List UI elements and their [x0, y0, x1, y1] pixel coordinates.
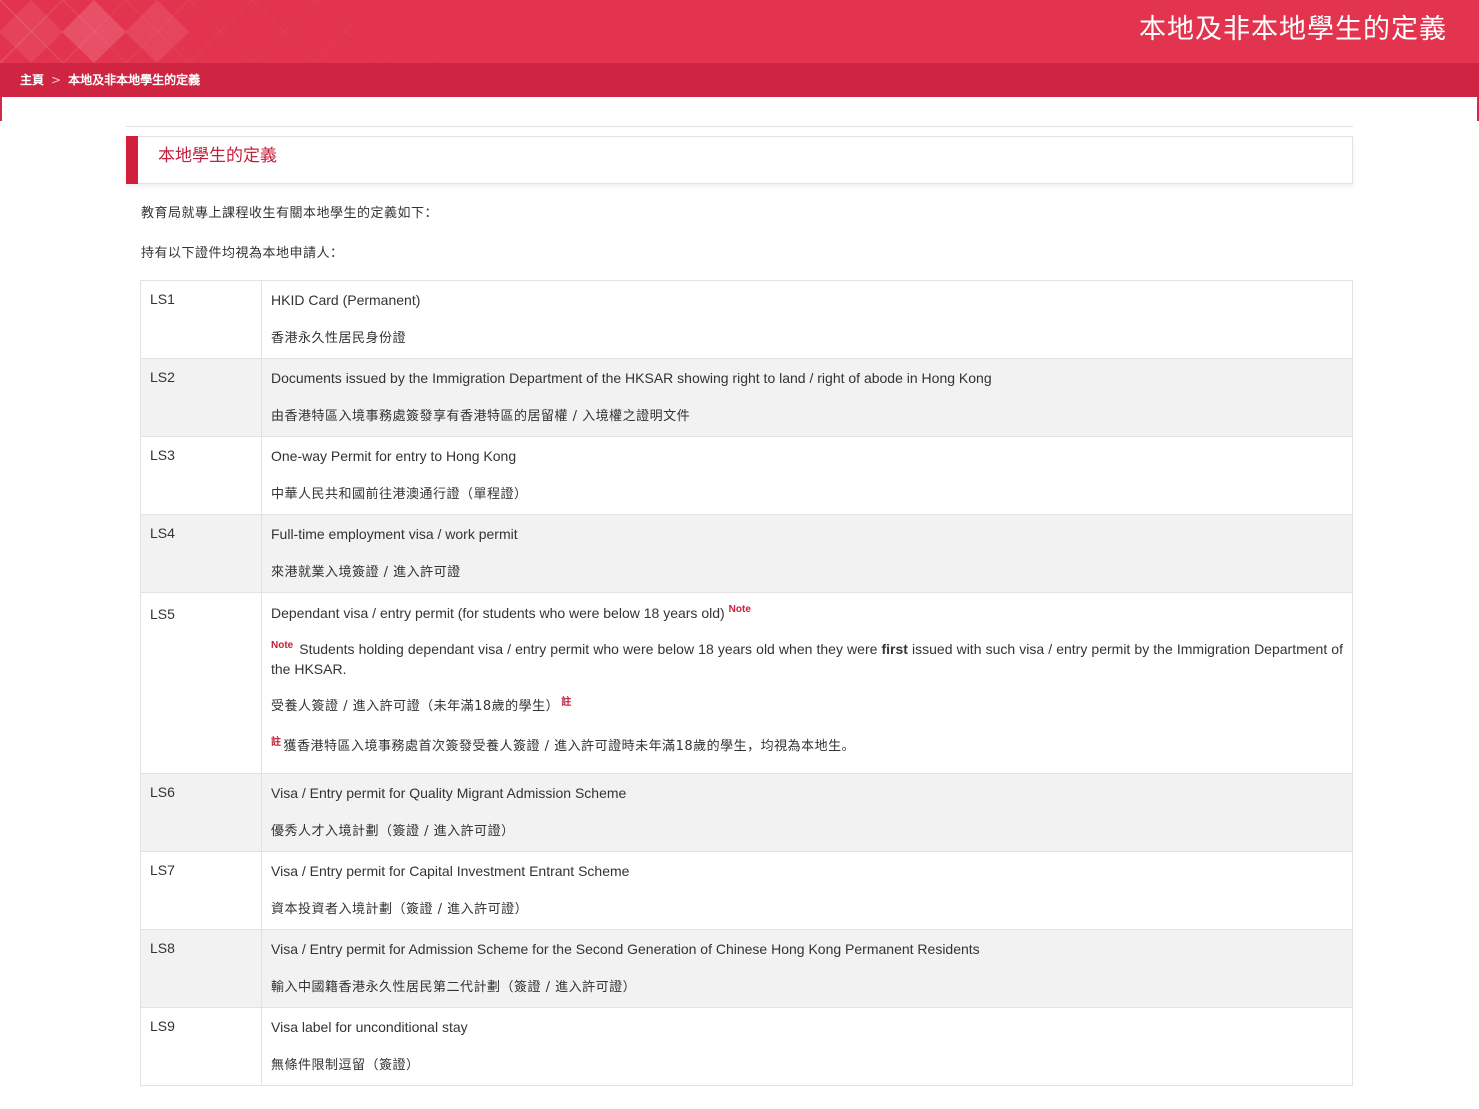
doc-en: Visa / Entry permit for Admission Scheme… [271, 941, 980, 957]
section-heading: 本地學生的定義 [126, 136, 1353, 184]
doc-code: LS4 [140, 514, 262, 593]
doc-zh: 來港就業入境簽證 / 進入許可證 [271, 565, 461, 580]
doc-en: HKID Card (Permanent) [271, 292, 421, 308]
table-row: LS3 One-way Permit for entry to Hong Kon… [140, 436, 1353, 515]
note-marker-zh: 註 [561, 696, 572, 708]
doc-code: LS2 [140, 358, 262, 437]
doc-code: LS3 [140, 436, 262, 515]
breadcrumb-bar: 主頁 > 本地及非本地學生的定義 [0, 63, 1479, 97]
doc-zh: 香港永久性居民身份證 [271, 331, 407, 346]
doc-description: Documents issued by the Immigration Depa… [261, 358, 1353, 437]
doc-code: LS7 [140, 851, 262, 930]
header-banner: 本地及非本地學生的定義 主頁 > 本地及非本地學生的定義 [0, 0, 1479, 97]
section-heading-accent [126, 136, 138, 184]
table-row: LS1 HKID Card (Permanent) 香港永久性居民身份證 [140, 280, 1353, 359]
doc-en: One-way Permit for entry to Hong Kong [271, 448, 517, 464]
doc-description: Visa / Entry permit for Admission Scheme… [261, 929, 1353, 1008]
note-marker-zh: 註 [271, 736, 282, 748]
breadcrumb-current: 本地及非本地學生的定義 [68, 73, 201, 87]
breadcrumb: 主頁 > 本地及非本地學生的定義 [20, 63, 200, 97]
doc-code: LS6 [140, 773, 262, 852]
doc-en: Visa / Entry permit for Quality Migrant … [271, 785, 627, 801]
table-row: LS8 Visa / Entry permit for Admission Sc… [140, 929, 1353, 1008]
note-en-text-before: Students holding dependant visa / entry … [299, 641, 882, 657]
table-row: LS5 Dependant visa / entry permit (for s… [140, 592, 1353, 774]
lead-text: 持有以下證件均視為本地申請人： [141, 246, 344, 261]
doc-description: One-way Permit for entry to Hong Kong 中華… [261, 436, 1353, 515]
doc-zh-text: 受養人簽證 / 進入許可證（未年滿18歲的學生） [271, 699, 560, 714]
table-row: LS2 Documents issued by the Immigration … [140, 358, 1353, 437]
breadcrumb-home-link[interactable]: 主頁 [20, 73, 44, 87]
doc-zh: 無條件限制逗留（簽證） [271, 1058, 420, 1073]
doc-zh: 由香港特區入境事務處簽發享有香港特區的居留權 / 入境權之證明文件 [271, 409, 691, 424]
doc-description: HKID Card (Permanent) 香港永久性居民身份證 [261, 280, 1353, 359]
note-zh-text: 獲香港特區入境事務處首次簽發受養人簽證 / 進入許可證時未年滿18歲的學生，均視… [283, 739, 856, 754]
note-marker: Note [271, 640, 294, 652]
breadcrumb-separator: > [51, 73, 62, 87]
intro-text: 教育局就專上課程收生有關本地學生的定義如下： [141, 206, 439, 221]
doc-note-en: Note Students holding dependant visa / en… [271, 639, 1343, 679]
doc-en: Visa / Entry permit for Capital Investme… [271, 863, 630, 879]
local-student-documents-table: LS1 HKID Card (Permanent) 香港永久性居民身份證 LS2… [140, 280, 1353, 1086]
doc-en-text: Dependant visa / entry permit (for stude… [271, 605, 725, 621]
doc-code: LS5 [140, 592, 262, 774]
table-row: LS4 Full-time employment visa / work per… [140, 514, 1353, 593]
doc-description: Full-time employment visa / work permit … [261, 514, 1353, 593]
doc-zh: 優秀人才入境計劃（簽證 / 進入許可證） [271, 824, 515, 839]
doc-zh: 輸入中國籍香港永久性居民第二代計劃（簽證 / 進入許可證） [271, 980, 637, 995]
doc-description: Visa / Entry permit for Quality Migrant … [261, 773, 1353, 852]
table-row: LS9 Visa label for unconditional stay 無條… [140, 1007, 1353, 1086]
doc-description: Visa label for unconditional stay 無條件限制逗… [261, 1007, 1353, 1086]
doc-description: Visa / Entry permit for Capital Investme… [261, 851, 1353, 930]
doc-en: Full-time employment visa / work permit [271, 526, 518, 542]
doc-code: LS8 [140, 929, 262, 1008]
note-marker: Note [728, 604, 751, 616]
doc-en: Documents issued by the Immigration Depa… [271, 370, 992, 386]
doc-description: Dependant visa / entry permit (for stude… [261, 592, 1353, 774]
doc-note-zh: 註獲香港特區入境事務處首次簽發受養人簽證 / 進入許可證時未年滿18歲的學生，均… [271, 736, 1343, 756]
doc-en: Dependant visa / entry permit (for stude… [271, 604, 1343, 622]
doc-zh: 受養人簽證 / 進入許可證（未年滿18歲的學生）註 [271, 696, 1343, 716]
doc-zh: 中華人民共和國前往港澳通行證（單程證） [271, 487, 528, 502]
section-title: 本地學生的定義 [158, 146, 277, 166]
doc-zh: 資本投資者入境計劃（簽證 / 進入許可證） [271, 902, 529, 917]
doc-code: LS1 [140, 280, 262, 359]
table-row: LS6 Visa / Entry permit for Quality Migr… [140, 773, 1353, 852]
page-title: 本地及非本地學生的定義 [1139, 14, 1447, 45]
doc-code: LS9 [140, 1007, 262, 1086]
left-frame-line [0, 97, 2, 121]
content-divider [126, 126, 1353, 127]
table-row: LS7 Visa / Entry permit for Capital Inve… [140, 851, 1353, 930]
note-en-emphasis: first [881, 641, 908, 657]
doc-en: Visa label for unconditional stay [271, 1019, 468, 1035]
